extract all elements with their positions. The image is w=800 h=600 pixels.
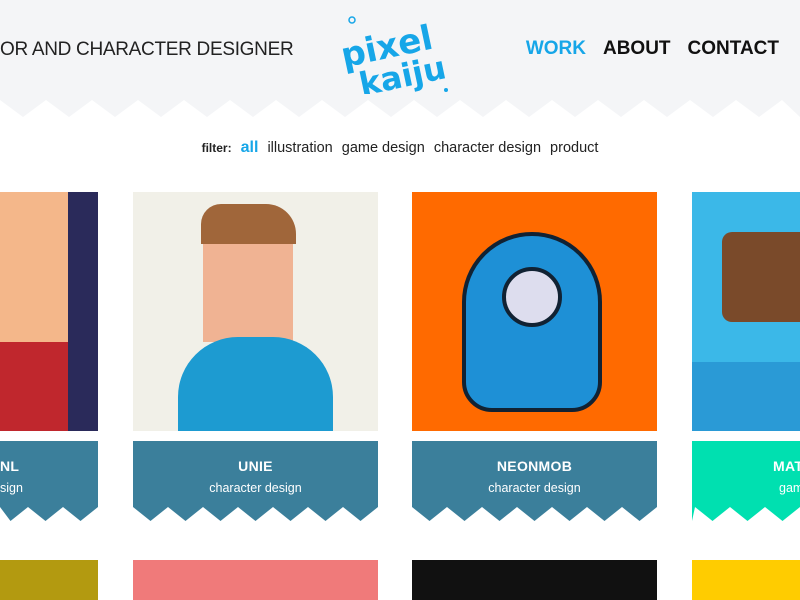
portfolio-card[interactable]: UNIE character design [133,192,378,521]
card-title: MAT [773,458,800,474]
card-image[interactable] [133,192,378,431]
card-title: NL [0,458,20,474]
portfolio-card[interactable]: MAT gam [692,192,800,521]
main-nav: WORK ABOUT CONTACT [526,38,779,60]
card-caption[interactable]: NEONMOB character design [412,441,657,521]
nav-work[interactable]: WORK [526,38,586,60]
pixel-kaiju-logo[interactable]: pixel kaiju [338,14,453,94]
filter-label: filter: [201,141,232,155]
card-category: gam [779,481,800,495]
nav-about[interactable]: ABOUT [603,38,671,60]
card-caption[interactable]: MAT gam [692,441,800,521]
portfolio-card-image[interactable] [412,560,657,600]
card-category: sign [0,481,23,495]
portfolio-card[interactable]: NL sign [0,192,98,521]
portfolio-card-image[interactable] [692,560,800,600]
filter-all[interactable]: all [241,139,259,156]
card-category: character design [209,481,302,495]
filter-product[interactable]: product [550,140,598,156]
filter-game-design[interactable]: game design [342,140,425,156]
portfolio-card-image[interactable] [0,560,98,600]
card-title: NEONMOB [496,458,573,474]
card-image[interactable] [692,192,800,431]
nav-contact[interactable]: CONTACT [688,38,779,60]
portfolio-card[interactable]: NEONMOB character design [412,192,657,521]
card-caption[interactable]: NL sign [0,441,98,521]
header-zigzag [0,100,800,117]
filter-bar: filter: all illustration game design cha… [0,139,800,157]
tagline: OR AND CHARACTER DESIGNER [0,39,294,60]
card-image[interactable] [412,192,657,431]
card-category: character design [488,481,581,495]
portfolio-card-image[interactable] [133,560,378,600]
card-title: UNIE [238,458,273,474]
card-caption[interactable]: UNIE character design [133,441,378,521]
card-image[interactable] [0,192,98,431]
filter-character-design[interactable]: character design [434,140,541,156]
filter-illustration[interactable]: illustration [267,140,332,156]
